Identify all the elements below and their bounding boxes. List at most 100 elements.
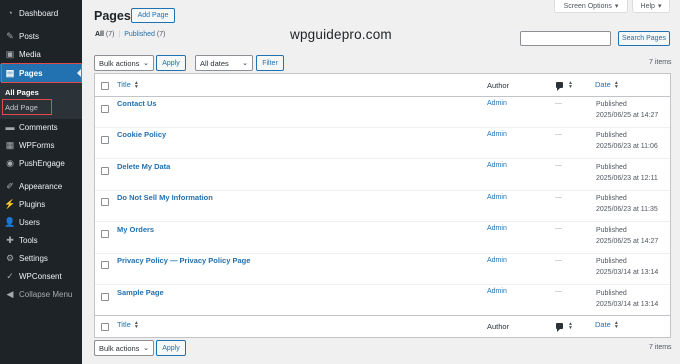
status-filter-links: All (7) | Published (7) [95, 31, 165, 38]
row-title-link[interactable]: Sample Page [117, 288, 164, 297]
column-author-header: Author [487, 81, 510, 90]
select-all-checkbox[interactable] [101, 82, 109, 90]
submenu-all-pages[interactable]: All Pages [5, 88, 39, 97]
row-author-link[interactable]: Admin [487, 257, 507, 264]
forms-icon: ▦ [5, 139, 15, 150]
sidebar-item-wpforms[interactable]: ▦ WPForms [0, 136, 82, 154]
sort-arrows-icon[interactable]: ▲ ▼ [568, 322, 573, 331]
sidebar-item-media[interactable]: ▣ Media [0, 45, 82, 63]
items-count-bottom: 7 items [649, 344, 672, 351]
row-author-link[interactable]: Admin [487, 194, 507, 201]
row-date: Published 2025/06/25 at 14:27 [596, 225, 658, 247]
screen-options-button[interactable]: Screen Options ▾ [554, 0, 628, 13]
bulk-actions-label: Bulk actions [99, 343, 140, 353]
apply-button-bottom[interactable]: Apply [156, 340, 186, 356]
row-checkbox[interactable] [101, 230, 109, 238]
sort-arrows-icon[interactable]: ▲ ▼ [568, 81, 573, 90]
row-author-link[interactable]: Admin [487, 162, 507, 169]
row-status: Published [596, 195, 627, 202]
bulk-actions-select-top[interactable]: Bulk actions ⌄ [94, 55, 154, 71]
push-icon: ◉ [6, 157, 14, 168]
help-button[interactable]: Help ▾ [632, 0, 670, 13]
screen-options-label: Screen Options [563, 2, 612, 10]
row-date: Published 2025/03/14 at 13:14 [596, 256, 658, 278]
pin-icon: ✎ [6, 30, 14, 41]
filter-published[interactable]: Published [124, 31, 155, 38]
column-title-label: Title [117, 80, 131, 89]
chevron-down-icon: ⌄ [143, 60, 149, 67]
select-all-checkbox-footer[interactable] [101, 323, 109, 331]
sidebar-item-wpconsent[interactable]: ✓ WPConsent [0, 267, 82, 285]
dates-select[interactable]: All dates ⌄ [195, 55, 253, 71]
row-author-link[interactable]: Admin [487, 100, 507, 107]
column-date-label: Date [595, 80, 611, 89]
row-datetime: 2025/03/14 at 13:14 [596, 269, 659, 276]
users-icon: 👤 [4, 216, 16, 227]
sidebar-item-label: Tools [19, 235, 38, 245]
sidebar-item-appearance[interactable]: ✐ Appearance [0, 177, 82, 195]
plugin-icon: ⚡ [4, 198, 16, 209]
column-date-header[interactable]: Date ▲ ▼ [595, 80, 619, 90]
row-checkbox[interactable] [101, 293, 109, 301]
sidebar-item-settings[interactable]: ⚙ Settings [0, 249, 82, 267]
filter-all-count: (7) [105, 31, 115, 38]
row-date: Published 2025/06/25 at 14:27 [596, 99, 658, 121]
row-author-link[interactable]: Admin [487, 225, 507, 232]
wrench-icon: ✚ [6, 234, 14, 245]
row-author-link[interactable]: Admin [487, 288, 507, 295]
sort-arrows-icon: ▲ ▼ [133, 320, 139, 331]
bulk-actions-select-bottom[interactable]: Bulk actions ⌄ [94, 340, 154, 356]
sidebar-item-users[interactable]: 👤 Users [0, 213, 82, 231]
sidebar-item-label: Posts [19, 31, 40, 41]
sidebar-collapse-menu[interactable]: ◀ Collapse Menu [0, 285, 82, 303]
search-input[interactable] [520, 31, 611, 46]
row-title-link[interactable]: Cookie Policy [117, 130, 166, 139]
search-pages-button[interactable]: Search Pages [618, 31, 670, 46]
apply-button-top[interactable]: Apply [156, 55, 186, 71]
filter-all[interactable]: All [95, 31, 104, 38]
sidebar-item-plugins[interactable]: ⚡ Plugins [0, 195, 82, 213]
column-title-footer[interactable]: Title ▲ ▼ [117, 320, 139, 331]
row-comments: — [555, 162, 562, 169]
row-checkbox[interactable] [101, 198, 109, 206]
dates-label: All dates [200, 58, 229, 68]
sidebar-item-tools[interactable]: ✚ Tools [0, 231, 82, 249]
dashboard-icon: ◔ [7, 7, 13, 18]
row-checkbox[interactable] [101, 105, 109, 113]
row-datetime: 2025/06/25 at 14:27 [596, 112, 659, 119]
sidebar-item-label: Collapse Menu [19, 289, 73, 299]
consent-icon: ✓ [6, 270, 14, 281]
column-title-header[interactable]: Title ▲ ▼ [117, 80, 139, 90]
row-title-link[interactable]: Privacy Policy — Privacy Policy Page [117, 256, 250, 265]
collapse-icon: ◀ [6, 288, 14, 299]
pages-highlight-box [1, 63, 82, 83]
add-page-highlight-box [2, 99, 52, 115]
row-title-link[interactable]: Do Not Sell My Information [117, 193, 213, 202]
filter-button[interactable]: Filter [256, 55, 284, 71]
row-checkbox[interactable] [101, 167, 109, 175]
row-comments: — [555, 100, 562, 107]
bulk-actions-label: Bulk actions [99, 58, 140, 68]
row-date: Published 2025/03/14 at 13:14 [596, 288, 658, 310]
row-author-link[interactable]: Admin [487, 131, 507, 138]
row-title-link[interactable]: Contact Us [117, 99, 157, 108]
sidebar-item-comments[interactable]: ▬ Comments [0, 118, 82, 136]
row-title-link[interactable]: My Orders [117, 225, 154, 234]
row-checkbox[interactable] [101, 261, 109, 269]
sidebar-item-dashboard[interactable]: ◔ Dashboard [0, 4, 82, 22]
sidebar-item-pushengage[interactable]: ◉ PushEngage [0, 154, 82, 172]
footer-divider [95, 315, 670, 316]
sidebar-item-label: Plugins [19, 199, 46, 209]
sidebar-item-label: Dashboard [19, 8, 59, 18]
row-checkbox[interactable] [101, 136, 109, 144]
row-datetime: 2025/06/23 at 11:06 [596, 143, 658, 150]
row-datetime: 2025/06/25 at 14:27 [596, 238, 659, 245]
sidebar-item-posts[interactable]: ✎ Posts [0, 27, 82, 45]
comment-icon: ▬ [5, 121, 15, 132]
add-page-button[interactable]: Add Page [131, 8, 175, 23]
row-title-link[interactable]: Delete My Data [117, 162, 170, 171]
row-datetime: 2025/06/23 at 12:11 [596, 175, 658, 182]
column-date-footer[interactable]: Date ▲ ▼ [595, 320, 619, 330]
column-author-footer: Author [487, 322, 510, 331]
column-date-label: Date [595, 320, 611, 329]
